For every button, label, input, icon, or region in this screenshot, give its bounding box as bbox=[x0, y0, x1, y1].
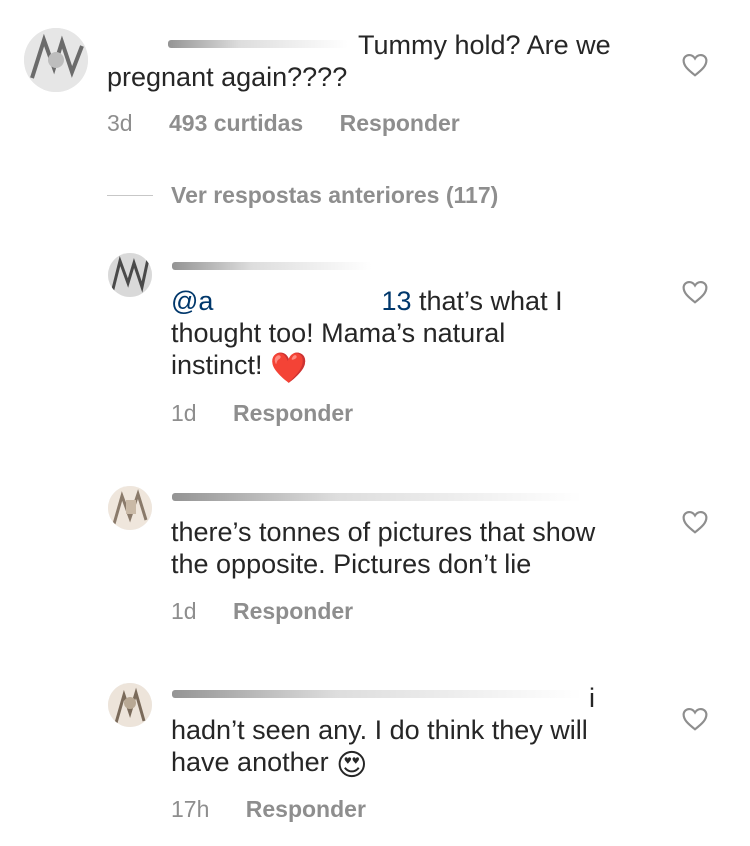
like-heart-icon[interactable] bbox=[682, 510, 708, 534]
username-redacted bbox=[172, 262, 372, 270]
comment-text: @a 13 that’s what I bbox=[171, 286, 563, 316]
heart-eyes-emoji: 😍 bbox=[336, 749, 368, 782]
avatar[interactable] bbox=[24, 28, 88, 92]
like-heart-icon[interactable] bbox=[682, 53, 708, 77]
comment-text-line: hadn’t seen any. I do think they will bbox=[171, 715, 588, 745]
likes-count[interactable]: 493 curtidas bbox=[169, 110, 303, 136]
timestamp: 17h bbox=[171, 796, 210, 822]
comment-text: i bbox=[589, 683, 595, 713]
timestamp: 1d bbox=[171, 400, 197, 426]
comment-text-line: there’s tonnes of pictures that show bbox=[171, 517, 596, 547]
reply-button[interactable]: Responder bbox=[233, 598, 353, 624]
mention-link[interactable]: @a 13 bbox=[171, 286, 411, 316]
reply-button[interactable]: Responder bbox=[340, 110, 460, 136]
timestamp: 1d bbox=[171, 598, 197, 624]
comment-text-line: have another 😍 bbox=[171, 747, 368, 782]
comment-text-line: pregnant again???? bbox=[107, 62, 348, 92]
view-previous-replies-button[interactable]: Ver respostas anteriores (117) bbox=[107, 180, 498, 210]
avatar[interactable] bbox=[108, 683, 152, 727]
avatar[interactable] bbox=[108, 486, 152, 530]
like-heart-icon[interactable] bbox=[682, 707, 708, 731]
view-previous-replies-label: Ver respostas anteriores (117) bbox=[171, 181, 499, 208]
username-redacted bbox=[172, 493, 582, 501]
comment-text-line: instinct! ❤️ bbox=[171, 350, 308, 385]
comment-meta: 3d 493 curtidas Responder bbox=[107, 110, 490, 137]
comment-text-line: the opposite. Pictures don’t lie bbox=[171, 549, 532, 579]
heart-emoji: ❤️ bbox=[270, 352, 308, 385]
reply-button[interactable]: Responder bbox=[246, 796, 366, 822]
comment-meta: 17h Responder bbox=[171, 796, 396, 823]
like-heart-icon[interactable] bbox=[682, 280, 708, 304]
comment-text: Tummy hold? Are we bbox=[358, 30, 611, 60]
comment-text-line: thought too! Mama’s natural bbox=[171, 318, 506, 348]
avatar[interactable] bbox=[108, 253, 152, 297]
divider-line bbox=[107, 194, 153, 196]
comment-meta: 1d Responder bbox=[171, 400, 383, 427]
timestamp: 3d bbox=[107, 110, 133, 136]
reply-button[interactable]: Responder bbox=[233, 400, 353, 426]
comment-meta: 1d Responder bbox=[171, 598, 383, 625]
